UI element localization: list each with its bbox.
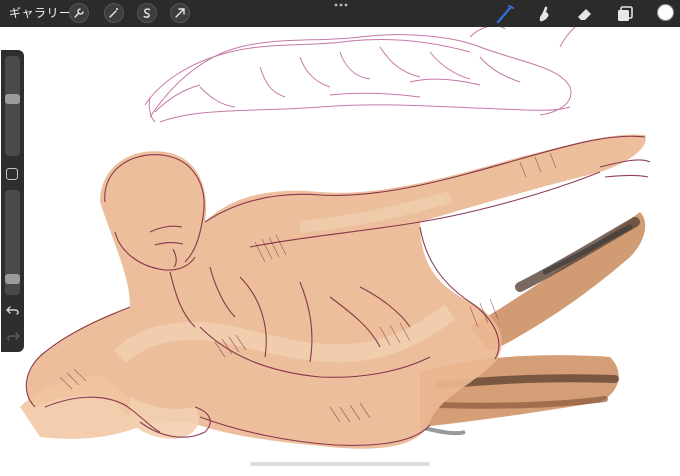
smudge-glyph xyxy=(539,6,549,22)
wrench-glyph xyxy=(74,8,84,18)
magic-wand-icon[interactable] xyxy=(104,3,124,23)
gallery-button[interactable]: ギャラリー xyxy=(9,5,72,21)
more-options-icon[interactable] xyxy=(333,1,349,9)
transform-arrow-glyph xyxy=(175,8,185,18)
brush-size-slider[interactable] xyxy=(5,56,20,156)
wrench-icon[interactable] xyxy=(69,3,89,23)
home-indicator xyxy=(250,462,430,466)
brush-opacity-thumb[interactable] xyxy=(5,273,20,284)
selection-s-icon[interactable] xyxy=(137,3,157,23)
color-swatch[interactable] xyxy=(655,2,676,23)
eraser-icon[interactable] xyxy=(573,3,595,25)
undo-icon[interactable] xyxy=(6,304,20,316)
brush-glyph xyxy=(496,5,514,24)
layers-icon[interactable] xyxy=(614,3,636,25)
magic-wand-glyph xyxy=(109,8,118,18)
redo-icon[interactable] xyxy=(6,330,20,342)
drawing-canvas[interactable] xyxy=(0,25,680,472)
left-sidebar xyxy=(1,50,24,352)
brush-icon[interactable] xyxy=(494,3,516,25)
brush-size-thumb[interactable] xyxy=(5,93,20,104)
artwork xyxy=(20,25,651,449)
modifier-square-icon[interactable] xyxy=(6,168,18,180)
magenta-sketch xyxy=(144,25,576,123)
brush-opacity-slider[interactable] xyxy=(5,190,20,295)
smudge-icon[interactable] xyxy=(533,3,555,25)
transform-arrow-icon[interactable] xyxy=(170,3,190,23)
eraser-glyph xyxy=(578,9,591,20)
layers-glyph xyxy=(618,6,633,21)
top-toolbar: ギャラリー xyxy=(0,0,680,27)
selection-s-glyph xyxy=(143,8,151,18)
